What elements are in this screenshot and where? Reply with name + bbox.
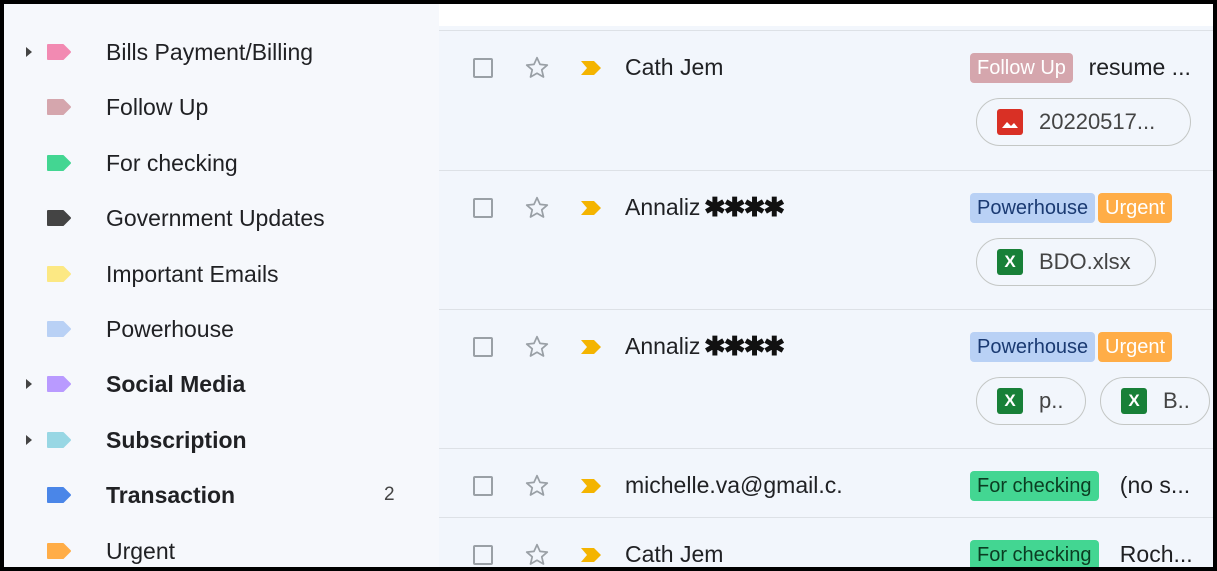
attachment-name: B.. <box>1163 388 1190 413</box>
email-row[interactable]: Cath Jem For checking Roch... <box>439 517 1213 567</box>
select-checkbox[interactable] <box>473 198 493 218</box>
label-tag-icon <box>46 43 72 61</box>
attachment-name: p.. <box>1039 388 1064 413</box>
star-icon[interactable] <box>524 55 550 81</box>
attachment-chip[interactable]: 20220517... <box>976 98 1191 146</box>
star-icon[interactable] <box>524 542 550 567</box>
label-item-transaction[interactable]: Transaction 2 <box>4 469 439 521</box>
label-tag-icon <box>46 375 72 393</box>
label-item-urgent[interactable]: Urgent <box>4 525 439 567</box>
unread-count: 2 <box>384 484 395 505</box>
label-name: Bills Payment/Billing <box>106 38 314 65</box>
select-checkbox[interactable] <box>473 58 493 78</box>
importance-marker-icon[interactable] <box>579 59 603 77</box>
email-subject: Roch... <box>1119 541 1193 567</box>
importance-marker-icon[interactable] <box>579 477 603 495</box>
label-tag-icon <box>46 320 72 338</box>
label-name: Social Media <box>106 370 246 397</box>
email-subject: (no s... <box>1119 472 1191 498</box>
label-chip-powerhouse[interactable]: Powerhouse <box>970 332 1096 362</box>
importance-marker-icon[interactable] <box>579 338 603 356</box>
label-item-bills-payment-billing[interactable]: Bills Payment/Billing <box>4 26 439 78</box>
select-checkbox[interactable] <box>473 545 493 565</box>
label-chip-urgent[interactable]: Urgent <box>1098 193 1173 223</box>
excel-icon: X <box>1121 388 1147 414</box>
label-tag-icon <box>46 98 72 116</box>
sender-name: Annaliz <box>625 194 701 220</box>
email-row[interactable]: michelle.va@gmail.c. For checking (no s... <box>439 448 1213 518</box>
label-item-government-updates[interactable]: Government Updates <box>4 192 439 244</box>
label-tag-icon <box>46 154 72 172</box>
attachment-name: BDO.xlsx <box>1039 249 1131 274</box>
label-name: Important Emails <box>106 260 279 287</box>
label-item-follow-up[interactable]: Follow Up <box>4 81 439 133</box>
attachment-chip[interactable]: X B.. <box>1100 377 1210 425</box>
sender-name: Cath Jem <box>625 541 724 567</box>
label-chip-for-checking[interactable]: For checking <box>970 471 1099 501</box>
label-item-powerhouse[interactable]: Powerhouse <box>4 303 439 355</box>
email-row[interactable]: Annaliz ✱✱✱✱ Powerhouse Urgent Xp.. X B.. <box>439 309 1213 449</box>
expand-caret-icon[interactable] <box>26 47 32 57</box>
label-item-important-emails[interactable]: Important Emails <box>4 248 439 300</box>
label-name: Urgent <box>106 537 176 564</box>
select-checkbox[interactable] <box>473 337 493 357</box>
gmail-window: Bills Payment/Billing Follow Up For checki… <box>0 0 1217 571</box>
label-name: Powerhouse <box>106 315 234 342</box>
label-item-for-checking[interactable]: For checking <box>4 137 439 189</box>
star-icon[interactable] <box>524 473 550 499</box>
email-row[interactable]: Annaliz ✱✱✱✱ Powerhouse Urgent X BDO.xlsx <box>439 170 1213 310</box>
label-name: Government Updates <box>106 204 325 231</box>
label-item-subscription[interactable]: Subscription <box>4 414 439 466</box>
email-list: Cath Jem Follow Up resume ... 20220517... An… <box>439 4 1213 567</box>
list-toolbar <box>439 4 1213 26</box>
label-chip-urgent[interactable]: Urgent <box>1098 332 1173 362</box>
email-subject: resume ... <box>1088 54 1191 80</box>
select-checkbox[interactable] <box>473 476 493 496</box>
label-tag-icon <box>46 542 72 560</box>
label-sidebar: Bills Payment/Billing Follow Up For checki… <box>4 4 439 567</box>
label-chip-for-checking[interactable]: For checking <box>970 540 1099 567</box>
label-tag-icon <box>46 486 72 504</box>
image-icon <box>997 109 1023 135</box>
star-icon[interactable] <box>524 195 550 221</box>
expand-caret-icon[interactable] <box>26 379 32 389</box>
label-tag-icon <box>46 431 72 449</box>
sender-name: Cath Jem <box>625 54 724 80</box>
excel-icon: X <box>997 388 1023 414</box>
label-tag-icon <box>46 265 72 283</box>
star-icon[interactable] <box>524 334 550 360</box>
label-chip-follow-up[interactable]: Follow Up <box>970 53 1073 83</box>
sender-name: michelle.va@gmail.c. <box>625 472 843 498</box>
label-name: Subscription <box>106 426 247 453</box>
label-item-social-media[interactable]: Social Media <box>4 358 439 410</box>
importance-marker-icon[interactable] <box>579 199 603 217</box>
label-tag-icon <box>46 209 72 227</box>
label-name: Transaction <box>106 481 236 508</box>
label-name: Follow Up <box>106 93 209 120</box>
excel-icon: X <box>997 249 1023 275</box>
expand-caret-icon[interactable] <box>26 435 32 445</box>
importance-marker-icon[interactable] <box>579 546 603 564</box>
label-name: For checking <box>106 149 238 176</box>
email-row[interactable]: Cath Jem Follow Up resume ... 20220517... <box>439 30 1213 171</box>
redaction-mark: ✱✱✱✱ <box>704 331 785 361</box>
sender-name: Annaliz <box>625 333 701 359</box>
redaction-mark: ✱✱✱✱ <box>704 192 785 222</box>
attachment-chip[interactable]: Xp.. <box>976 377 1086 425</box>
attachment-chip[interactable]: X BDO.xlsx <box>976 238 1156 286</box>
label-chip-powerhouse[interactable]: Powerhouse <box>970 193 1096 223</box>
attachment-name: 20220517... <box>1039 109 1156 134</box>
